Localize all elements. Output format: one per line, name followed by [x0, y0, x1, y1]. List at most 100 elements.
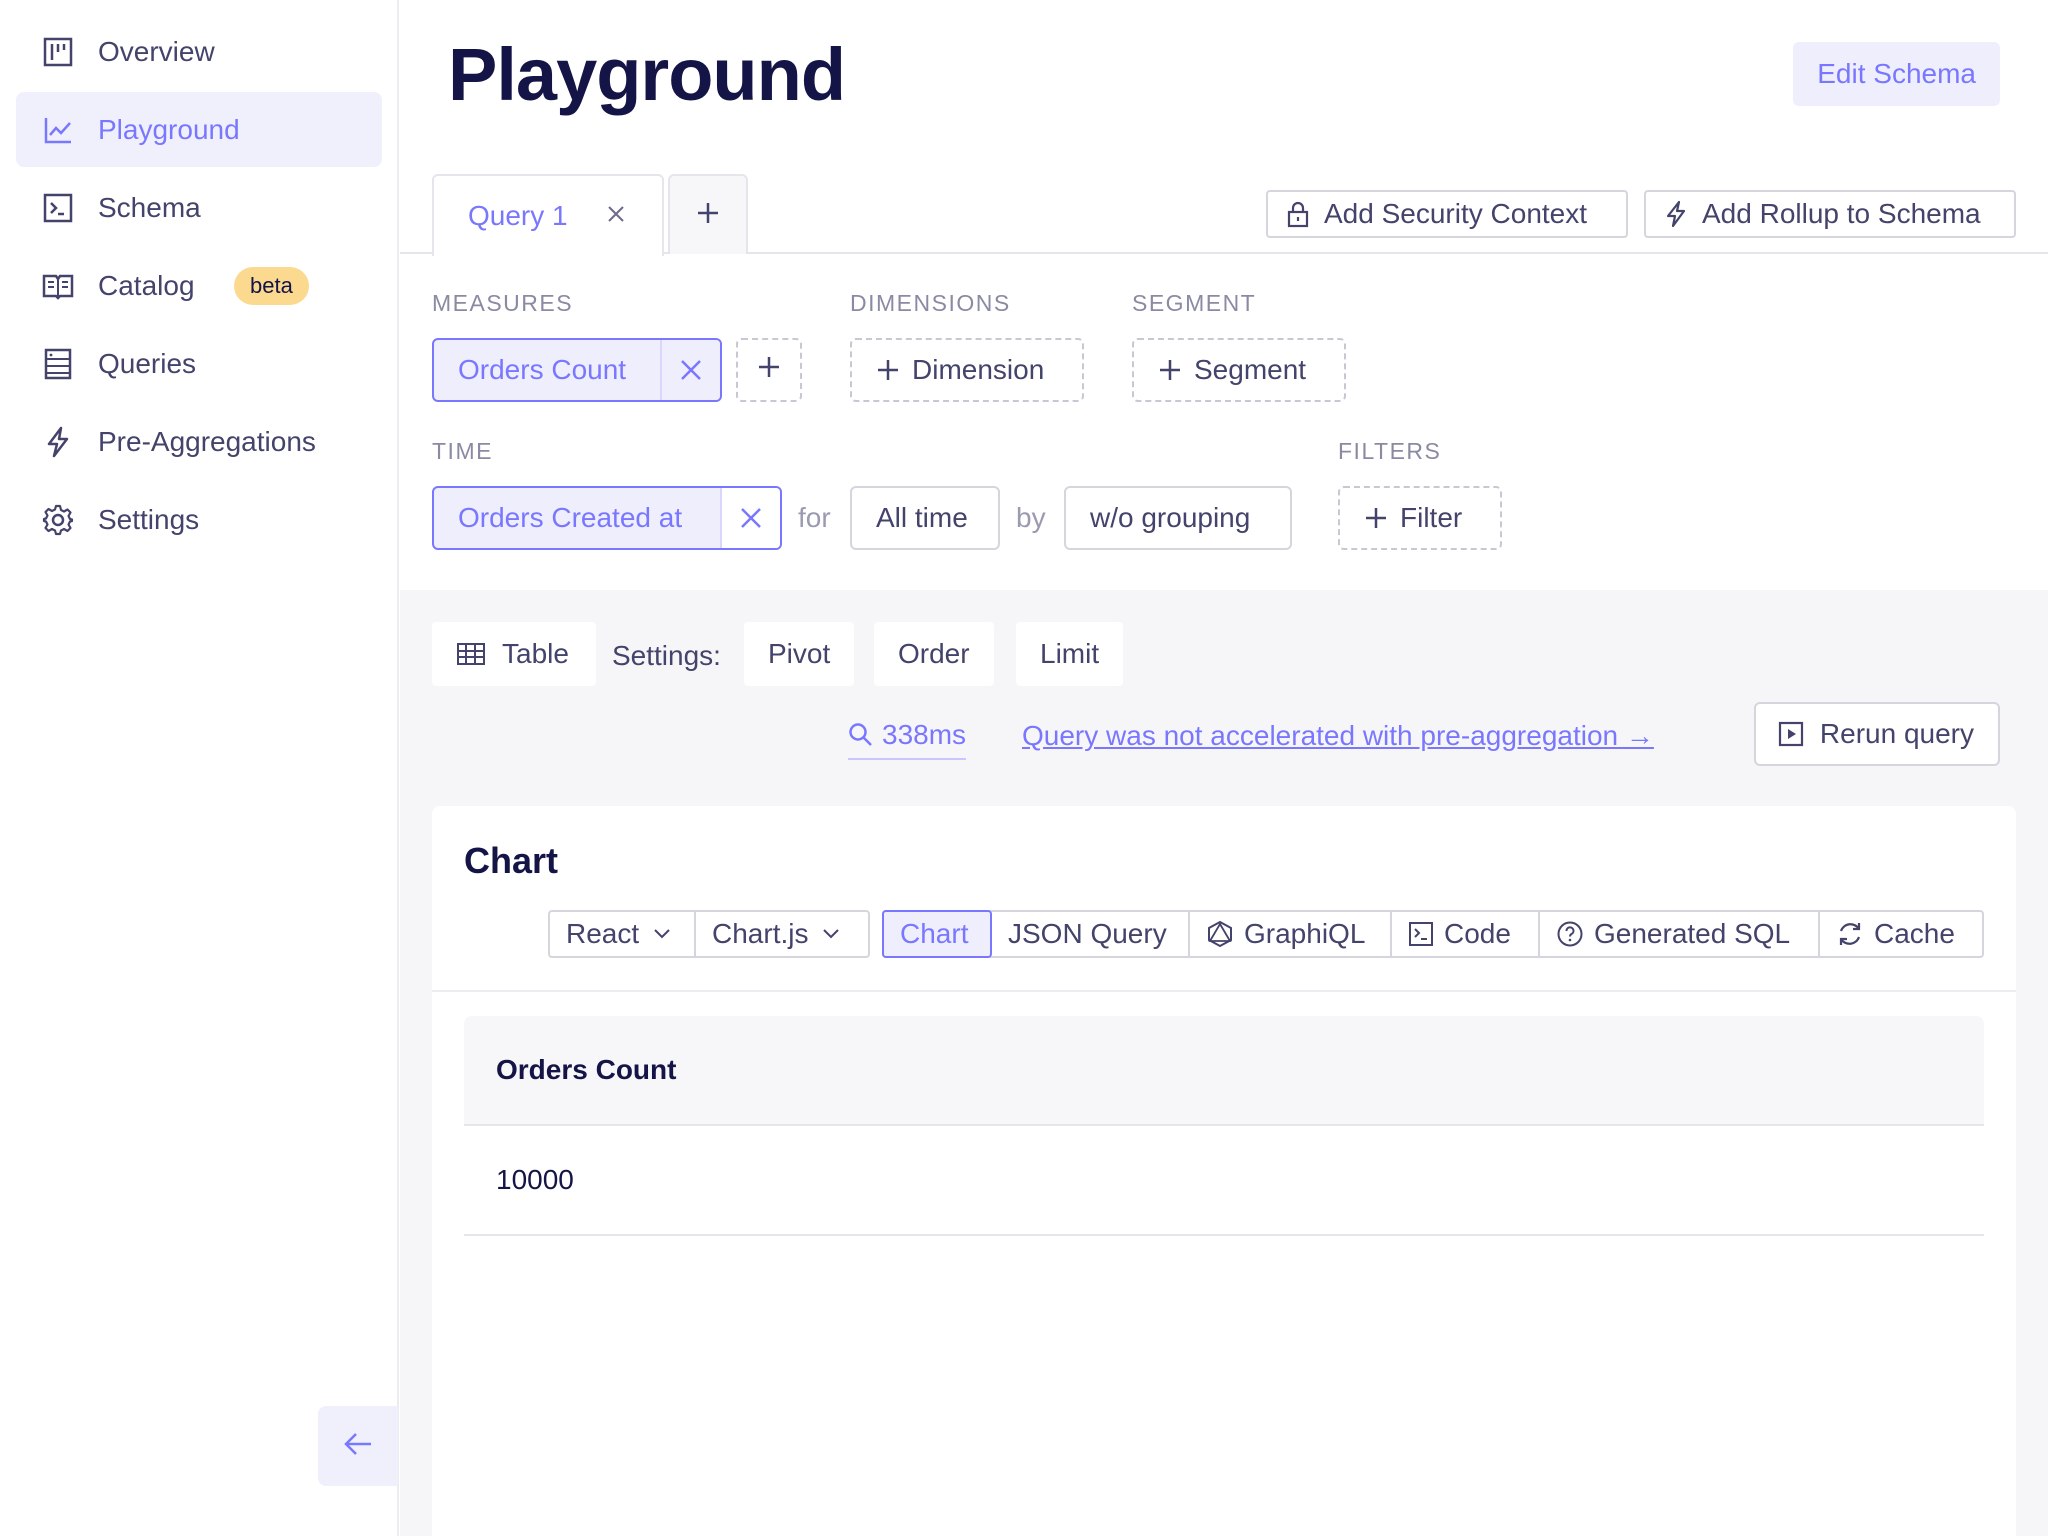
- rerun-query-button[interactable]: Rerun query: [1753, 702, 2000, 766]
- tab-label: Cache: [1874, 918, 1955, 949]
- tab-chart[interactable]: Chart: [882, 910, 992, 958]
- sidebar-item-label: Queries: [98, 347, 197, 379]
- view-tabs: Chart JSON Query GraphiQL Code Generated…: [882, 910, 1984, 958]
- lightning-icon: [1664, 200, 1688, 228]
- tab-generated-sql[interactable]: Generated SQL: [1540, 912, 1820, 956]
- table-header: Orders Count: [464, 1016, 1984, 1126]
- remove-time-dimension-button[interactable]: [720, 488, 780, 548]
- card-title: Chart: [464, 840, 559, 881]
- framework-label: React: [566, 918, 640, 949]
- search-icon: [848, 722, 874, 748]
- table-icon: [456, 642, 486, 666]
- measure-pill[interactable]: Orders Count: [432, 338, 722, 402]
- remove-measure-button[interactable]: [660, 340, 720, 400]
- page-title: Playground: [448, 33, 846, 116]
- add-rollup-button[interactable]: Add Rollup to Schema: [1644, 190, 2016, 238]
- date-range-select[interactable]: All time: [850, 486, 1000, 550]
- table-row: 10000: [464, 1126, 1984, 1236]
- book-icon: [42, 270, 74, 302]
- close-icon[interactable]: [600, 198, 632, 230]
- tab-label: GraphiQL: [1244, 918, 1366, 949]
- dimensions-label: DIMENSIONS: [850, 290, 1011, 316]
- table-view-button[interactable]: Table: [432, 622, 596, 686]
- filter-button-label: Filter: [1400, 502, 1463, 533]
- order-button[interactable]: Order: [874, 622, 994, 686]
- sidebar-item-label: Catalog: [98, 269, 195, 301]
- segment-label: SEGMENT: [1132, 290, 1257, 316]
- tab-code[interactable]: Code: [1392, 912, 1540, 956]
- chart-line-icon: [42, 114, 74, 146]
- time-label: TIME: [432, 438, 493, 464]
- terminal-icon: [1408, 921, 1434, 947]
- tab-cache[interactable]: Cache: [1820, 912, 1982, 956]
- tab-label: Query 1: [468, 200, 568, 231]
- add-filter-button[interactable]: Filter: [1338, 486, 1502, 550]
- for-label: for: [798, 502, 831, 533]
- chart-library-select[interactable]: Chart.js: [696, 912, 868, 956]
- granularity-select[interactable]: w/o grouping: [1064, 486, 1292, 550]
- time-dimension-label: Orders Created at: [458, 502, 683, 533]
- sidebar-item-label: Schema: [98, 191, 201, 223]
- add-query-tab-button[interactable]: [668, 174, 748, 254]
- tab-query-1[interactable]: Query 1: [432, 174, 664, 256]
- sidebar-item-label: Pre-Aggregations: [98, 425, 316, 457]
- plus-icon: [1364, 506, 1388, 530]
- tab-label: Code: [1444, 918, 1511, 949]
- gear-icon: [42, 504, 74, 536]
- main-content: Playground Edit Schema Query 1 Add Secur…: [400, 0, 2048, 1536]
- results-panel: Table Settings: Pivot Order Limit 338ms …: [400, 590, 2048, 1536]
- sidebar-item-pre-aggregations[interactable]: Pre-Aggregations: [16, 404, 382, 479]
- measures-label: MEASURES: [432, 290, 574, 316]
- sidebar-item-schema[interactable]: Schema: [16, 170, 382, 245]
- add-dimension-button[interactable]: Dimension: [850, 338, 1084, 402]
- chevron-down-icon: [653, 928, 671, 940]
- sidebar-item-settings[interactable]: Settings: [16, 482, 382, 557]
- framework-select[interactable]: React: [550, 912, 696, 956]
- sidebar-item-catalog[interactable]: Catalog beta: [16, 248, 382, 323]
- refresh-icon: [1836, 920, 1864, 948]
- tab-label: JSON Query: [1008, 918, 1167, 949]
- lightning-icon: [42, 426, 74, 458]
- collapse-sidebar-button[interactable]: [318, 1406, 398, 1486]
- table-cell: 10000: [496, 1164, 574, 1195]
- results-table: Orders Count 10000: [464, 1016, 1984, 1236]
- settings-label: Settings:: [612, 640, 721, 671]
- lock-icon: [1286, 200, 1310, 228]
- plus-icon: [1158, 358, 1182, 382]
- sidebar-item-overview[interactable]: Overview: [16, 14, 382, 89]
- pivot-button[interactable]: Pivot: [744, 622, 855, 686]
- library-label: Chart.js: [712, 918, 809, 949]
- add-security-context-label: Add Security Context: [1324, 198, 1588, 229]
- chart-card: Chart React Chart.js Chart JSON Query Gr…: [432, 806, 2016, 1536]
- by-label: by: [1016, 502, 1046, 533]
- tab-json-query[interactable]: JSON Query: [992, 912, 1190, 956]
- sidebar-item-playground[interactable]: Playground: [16, 92, 382, 167]
- add-segment-button[interactable]: Segment: [1132, 338, 1346, 402]
- tab-label: Chart: [900, 918, 969, 949]
- timing-value: 338ms: [882, 719, 967, 750]
- column-header: Orders Count: [496, 1054, 677, 1085]
- sidebar-item-label: Playground: [98, 113, 240, 145]
- play-icon: [1778, 721, 1804, 747]
- add-security-context-button[interactable]: Add Security Context: [1266, 190, 1628, 238]
- measure-pill-label: Orders Count: [458, 354, 627, 385]
- sidebar-item-queries[interactable]: Queries: [16, 326, 382, 401]
- terminal-icon: [42, 192, 74, 224]
- limit-button[interactable]: Limit: [1016, 622, 1124, 686]
- tab-label: Generated SQL: [1594, 918, 1791, 949]
- add-measure-button[interactable]: [736, 338, 802, 402]
- time-dimension-pill[interactable]: Orders Created at: [432, 486, 782, 550]
- question-circle-icon: [1556, 920, 1584, 948]
- overview-icon: [42, 36, 74, 68]
- pre-aggregation-link[interactable]: Query was not accelerated with pre-aggre…: [1022, 712, 1654, 760]
- framework-selector: React Chart.js: [548, 910, 870, 958]
- tab-graphiql[interactable]: GraphiQL: [1190, 912, 1392, 956]
- segment-button-label: Segment: [1194, 354, 1307, 385]
- edit-schema-button[interactable]: Edit Schema: [1793, 42, 2000, 106]
- rerun-query-label: Rerun query: [1819, 718, 1974, 749]
- divider: [432, 990, 2016, 992]
- sidebar-item-label: Overview: [98, 35, 215, 67]
- chevron-down-icon: [822, 928, 840, 940]
- query-timing[interactable]: 338ms: [848, 712, 967, 760]
- graphql-icon: [1206, 920, 1234, 948]
